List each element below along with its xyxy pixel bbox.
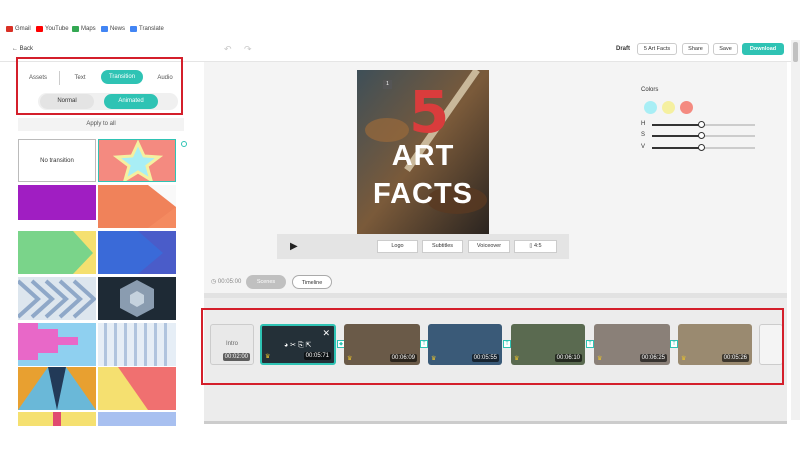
apply-to-all-button[interactable]: Apply to all	[18, 118, 184, 131]
draft-label: Draft	[616, 46, 631, 52]
colors-label: Colors	[641, 87, 659, 93]
hexagon-preview-icon	[120, 280, 154, 317]
diagonal-preview-icon	[118, 367, 176, 410]
project-name-button[interactable]: 5 Art Facts	[637, 43, 677, 55]
maps-icon	[72, 26, 79, 32]
scroll-indicator	[181, 141, 187, 147]
value-label: V	[641, 144, 646, 150]
gmail-icon	[6, 26, 13, 32]
transition-none[interactable]: No transition	[18, 139, 96, 182]
share-button[interactable]: Share	[682, 43, 709, 55]
preview-title-line1: ART	[391, 140, 455, 172]
duration-display: ◷ 00:05:00	[211, 279, 242, 285]
logo-button[interactable]: Logo	[377, 240, 418, 253]
transition-star[interactable]	[98, 139, 176, 182]
play-icon[interactable]: ▶	[290, 241, 298, 252]
transition-hexagon[interactable]	[98, 277, 176, 320]
arrow-preview-icon	[98, 185, 176, 228]
value-slider[interactable]	[698, 144, 705, 151]
stairs-preview-icon	[18, 323, 78, 360]
saturation-fill	[652, 135, 702, 137]
scrollbar-thumb[interactable]	[793, 42, 798, 62]
aspect-ratio-button[interactable]: ▯ 4:5	[514, 240, 557, 253]
timeline-button[interactable]: Timeline	[292, 275, 332, 289]
stripes-preview-icon	[104, 323, 167, 366]
bookmark-news[interactable]: News	[101, 26, 125, 32]
bookmark-youtube[interactable]: YouTube	[36, 26, 69, 32]
transition-pink-stairs[interactable]	[18, 323, 96, 366]
clock-icon: ◷	[211, 279, 217, 285]
zigzag-preview-icon	[18, 279, 96, 319]
page-scrollbar[interactable]	[791, 40, 800, 420]
save-button[interactable]: Save	[713, 43, 738, 55]
back-button[interactable]: ← Back	[12, 46, 33, 52]
transition-chevron-green[interactable]	[18, 231, 96, 274]
subtitles-button[interactable]: Subtitles	[422, 240, 463, 253]
value-fill	[652, 147, 702, 149]
news-icon	[101, 26, 108, 32]
chevron-preview-icon	[18, 231, 93, 274]
undo-icon[interactable]: ↶	[224, 44, 232, 55]
arrow-left-icon: ←	[12, 46, 18, 52]
scene-badge: 1	[383, 80, 392, 89]
transition-more-2[interactable]	[98, 412, 176, 426]
bookmark-maps[interactable]: Maps	[72, 26, 96, 32]
transition-stripes[interactable]	[98, 323, 176, 366]
transition-arrow-orange[interactable]	[98, 185, 176, 228]
transition-zigzag[interactable]	[18, 277, 96, 320]
hue-label: H	[641, 121, 646, 127]
transition-diagonal[interactable]	[98, 367, 176, 410]
color-swatch-coral[interactable]	[680, 101, 693, 114]
chevron-blue-preview-icon	[98, 231, 163, 274]
color-swatch-cyan[interactable]	[644, 101, 657, 114]
timeline-scrollbar[interactable]	[204, 421, 787, 424]
video-preview[interactable]: 1 5 ART FACTS	[357, 70, 489, 234]
bookmark-gmail[interactable]: Gmail	[6, 26, 31, 32]
preview-title-line2: FACTS	[372, 178, 474, 210]
saturation-label: S	[641, 132, 646, 138]
transition-more-1[interactable]	[18, 412, 96, 426]
transition-purple[interactable]	[18, 185, 96, 228]
youtube-icon	[36, 26, 43, 32]
transition-chevron-blue[interactable]	[98, 231, 176, 274]
triangles-preview-icon	[18, 367, 96, 410]
download-button[interactable]: Download	[742, 43, 784, 55]
redo-icon[interactable]: ↷	[244, 44, 252, 55]
scenes-button[interactable]: Scenes	[246, 275, 286, 289]
color-swatch-yellow[interactable]	[662, 101, 675, 114]
highlight-box-timeline	[201, 308, 784, 385]
hue-fill	[652, 124, 702, 126]
ratio-icon: ▯	[529, 243, 533, 249]
voiceover-button[interactable]: Voiceover	[468, 240, 510, 253]
translate-icon	[130, 26, 137, 32]
bookmark-translate[interactable]: Translate	[130, 26, 164, 32]
bookmarks-bar: Gmail YouTube Maps News Translate	[0, 0, 800, 38]
hue-slider[interactable]	[698, 121, 705, 128]
saturation-slider[interactable]	[698, 132, 705, 139]
highlight-box-tabs	[16, 57, 183, 115]
star-preview-icon	[112, 140, 164, 181]
canvas-area	[204, 62, 787, 298]
transition-triangles[interactable]	[18, 367, 96, 410]
preview-number: 5	[409, 78, 450, 146]
